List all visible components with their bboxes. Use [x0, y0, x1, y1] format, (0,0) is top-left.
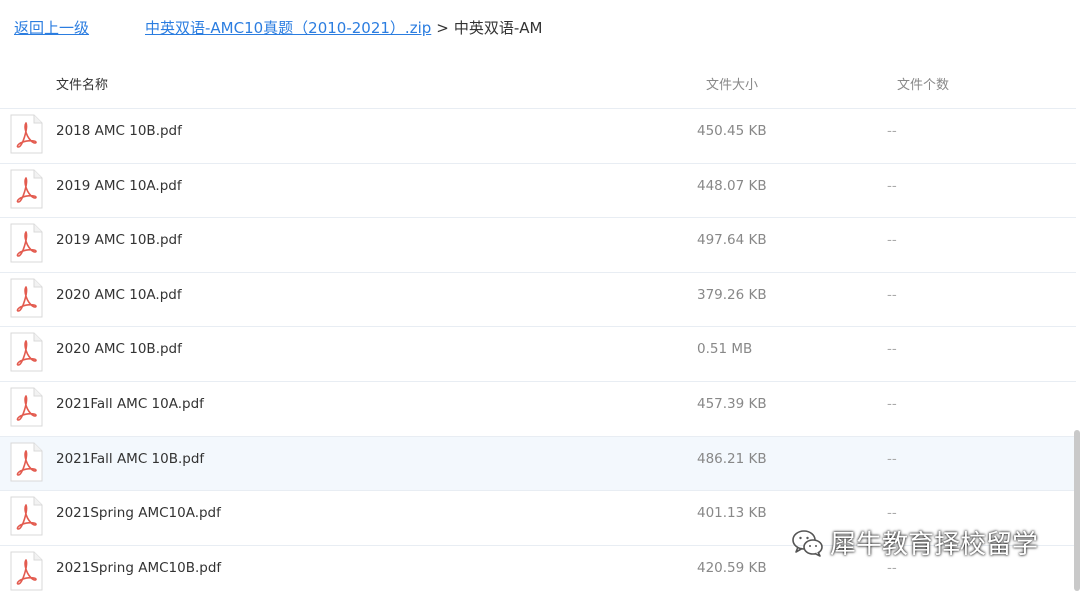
pdf-icon	[10, 332, 43, 372]
file-size: 379.26 KB	[697, 286, 767, 303]
pdf-icon	[10, 278, 43, 318]
file-name[interactable]: 2021Fall AMC 10B.pdf	[56, 451, 204, 467]
file-size: 486.21 KB	[697, 450, 767, 467]
file-name[interactable]: 2018 AMC 10B.pdf	[56, 123, 182, 139]
header-file-count[interactable]: 文件个数	[897, 74, 949, 93]
watermark: 犀牛教育择校留学	[790, 524, 1038, 561]
breadcrumb-current: 中英双语-AM	[453, 19, 543, 37]
pdf-icon	[10, 387, 43, 427]
file-count: --	[887, 559, 897, 576]
table-row[interactable]: 2020 AMC 10A.pdf 379.26 KB --	[0, 273, 1076, 328]
breadcrumb-zip-link[interactable]: 中英双语-AMC10真题（2010-2021）.zip	[145, 17, 431, 38]
file-count: --	[887, 450, 897, 467]
file-size: 420.59 KB	[697, 559, 767, 576]
file-size: 457.39 KB	[697, 395, 767, 412]
breadcrumb-path: 中英双语-AMC10真题（2010-2021）.zip > 中英双语-AM	[145, 17, 542, 38]
file-size: 448.07 KB	[697, 177, 767, 194]
table-row[interactable]: 2018 AMC 10B.pdf 450.45 KB --	[0, 109, 1076, 164]
file-count: --	[887, 232, 897, 249]
file-size: 497.64 KB	[697, 232, 767, 249]
table-row[interactable]: 2021Fall AMC 10B.pdf 486.21 KB --	[0, 436, 1076, 492]
table-row[interactable]: 2019 AMC 10B.pdf 497.64 KB --	[0, 218, 1076, 273]
pdf-icon	[10, 114, 43, 154]
table-row[interactable]: 2020 AMC 10B.pdf 0.51 MB --	[0, 327, 1076, 382]
pdf-icon	[10, 442, 43, 482]
file-size: 450.45 KB	[697, 123, 767, 139]
file-name[interactable]: 2020 AMC 10B.pdf	[56, 341, 182, 357]
file-name[interactable]: 2020 AMC 10A.pdf	[56, 287, 182, 303]
file-name[interactable]: 2021Fall AMC 10A.pdf	[56, 396, 204, 412]
file-count: --	[887, 341, 897, 358]
pdf-icon	[10, 496, 43, 536]
file-list: 2018 AMC 10B.pdf 450.45 KB -- 2019 AMC 1…	[0, 109, 1076, 591]
file-count: --	[887, 286, 897, 303]
file-count: --	[887, 123, 897, 139]
table-row[interactable]: 2021Fall AMC 10A.pdf 457.39 KB --	[0, 382, 1076, 437]
file-count: --	[887, 177, 897, 194]
vertical-scrollbar[interactable]	[1074, 430, 1080, 591]
header-file-size[interactable]: 文件大小	[706, 74, 758, 93]
pdf-icon	[10, 223, 43, 263]
file-name[interactable]: 2021Spring AMC10B.pdf	[56, 560, 221, 576]
file-count: --	[887, 505, 897, 522]
pdf-icon	[10, 169, 43, 209]
file-name[interactable]: 2019 AMC 10A.pdf	[56, 178, 182, 194]
back-link[interactable]: 返回上一级	[14, 17, 89, 38]
file-size: 401.13 KB	[697, 505, 767, 522]
table-row[interactable]: 2019 AMC 10A.pdf 448.07 KB --	[0, 164, 1076, 219]
breadcrumb: 返回上一级 中英双语-AMC10真题（2010-2021）.zip > 中英双语…	[0, 0, 1080, 55]
breadcrumb-separator: >	[436, 18, 449, 37]
wechat-icon	[792, 529, 823, 557]
file-name[interactable]: 2019 AMC 10B.pdf	[56, 232, 182, 248]
table-header: 文件名称 文件大小 文件个数	[0, 55, 1076, 109]
header-file-name[interactable]: 文件名称	[56, 74, 108, 93]
pdf-icon	[10, 551, 43, 591]
file-size: 0.51 MB	[697, 341, 753, 358]
watermark-text: 犀牛教育择校留学	[830, 530, 1039, 560]
file-name[interactable]: 2021Spring AMC10A.pdf	[56, 505, 221, 521]
file-count: --	[887, 395, 897, 412]
